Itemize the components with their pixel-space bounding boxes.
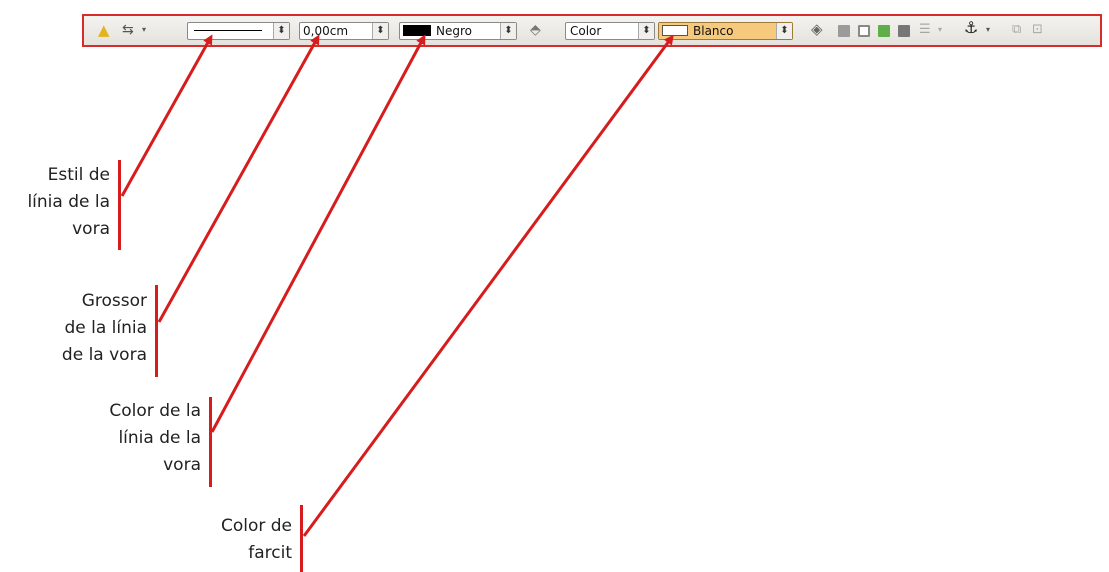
- annotation-line: Estil de: [47, 165, 110, 185]
- annotation-bar: [155, 285, 158, 377]
- arrow-line-color: [210, 34, 426, 433]
- annotation-line: línia de la: [118, 428, 201, 448]
- annotation-line: Grossor: [81, 291, 147, 311]
- annotation-line: vora: [72, 219, 110, 239]
- annotation-bar: [118, 160, 121, 250]
- arrow-fill-color: [302, 34, 674, 537]
- annotation-line: vora: [163, 455, 201, 475]
- annotation-bar: [300, 505, 303, 572]
- annotation-line: farcit: [248, 543, 292, 563]
- annotation-line-color: Color de la línia de la vora: [60, 398, 201, 479]
- annotation-line: Color de: [220, 516, 292, 536]
- annotation-line: línia de la: [27, 192, 110, 212]
- annotation-line: Color de la: [109, 401, 201, 421]
- annotation-line-width: Grossor de la línia de la vora: [30, 288, 147, 369]
- annotation-line: de la línia: [64, 318, 147, 338]
- annotation-bar: [209, 397, 212, 487]
- arrow-line-style: [120, 34, 213, 197]
- annotation-line: de la vora: [61, 345, 147, 365]
- annotation-line-style: Estil de línia de la vora: [0, 162, 110, 243]
- annotation-fill-color: Color de farcit: [170, 513, 292, 567]
- annotation-arrows: [120, 34, 674, 537]
